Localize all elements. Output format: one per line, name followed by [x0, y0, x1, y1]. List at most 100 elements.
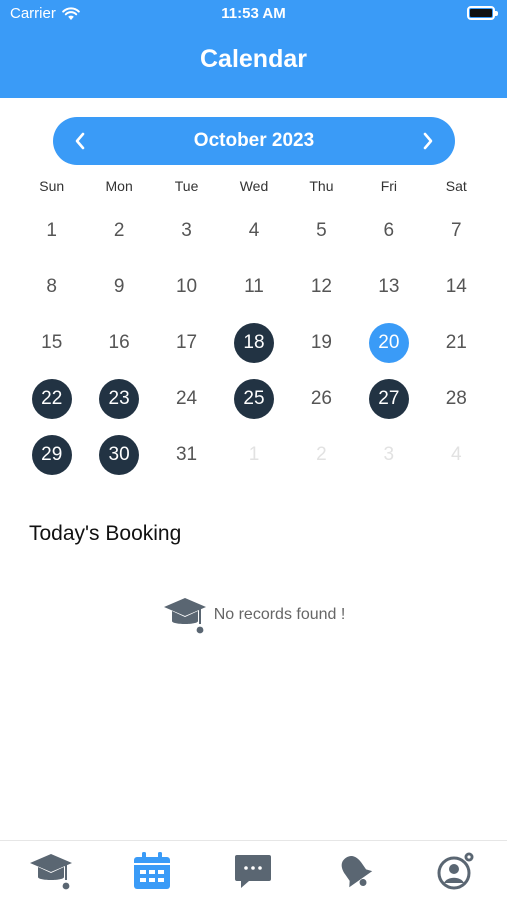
weekday-label: Tue: [174, 178, 199, 194]
status-bar: Carrier 11:53 AM: [0, 0, 507, 30]
app-header: Carrier 11:53 AM Calendar: [0, 0, 507, 98]
day-cell[interactable]: 2: [85, 203, 152, 259]
month-selector: October 2023: [53, 117, 455, 165]
weekday-label: Sun: [39, 178, 65, 194]
todays-booking-title: Today's Booking: [29, 522, 182, 545]
day-number: 4: [450, 444, 462, 465]
day-cell[interactable]: 4: [220, 203, 287, 259]
day-number: 3: [383, 444, 395, 465]
day-number: 25: [233, 379, 274, 419]
chevron-right-icon: [423, 132, 433, 150]
tab-courses[interactable]: [0, 841, 101, 900]
day-number: 2: [113, 220, 125, 241]
day-cell[interactable]: 9: [85, 259, 152, 315]
day-cell[interactable]: 12: [288, 259, 355, 315]
chat-icon: [235, 854, 272, 888]
calendar-grid: 1 2 3 4 5 6 7 8 9 10 11 12 13 14 15 16 17 18 19 20 21 22 23 24 2…: [18, 203, 490, 483]
day-number: 4: [248, 220, 260, 241]
day-cell-next-month: 3: [355, 427, 422, 483]
weekday-header: Sun Mon Tue Wed Thu Fri Sat: [18, 178, 490, 198]
day-cell[interactable]: 21: [423, 315, 490, 371]
next-month-button[interactable]: [412, 125, 444, 157]
bell-icon: [341, 855, 373, 887]
day-cell[interactable]: 13: [355, 259, 422, 315]
day-number: 16: [108, 332, 130, 353]
day-number: 23: [99, 379, 140, 419]
day-number: 31: [175, 444, 198, 465]
day-number: 27: [368, 379, 409, 419]
tab-profile[interactable]: [406, 841, 507, 900]
day-cell[interactable]: 22: [18, 371, 85, 427]
day-cell[interactable]: 16: [85, 315, 152, 371]
day-number: 20: [368, 323, 409, 363]
day-number: 13: [378, 276, 400, 297]
calendar-icon: [134, 851, 171, 889]
day-cell[interactable]: 5: [288, 203, 355, 259]
day-number: 12: [310, 276, 332, 297]
day-cell[interactable]: 7: [423, 203, 490, 259]
day-cell[interactable]: 8: [18, 259, 85, 315]
month-label: October 2023: [193, 130, 315, 151]
day-cell[interactable]: 31: [153, 427, 220, 483]
day-cell-next-month: 4: [423, 427, 490, 483]
day-cell-next-month: 1: [220, 427, 287, 483]
day-number: 19: [310, 332, 332, 353]
battery-icon: [467, 6, 498, 20]
day-cell[interactable]: 30: [85, 427, 152, 483]
day-number: 10: [175, 276, 198, 297]
day-number: 5: [316, 220, 327, 241]
day-number: 8: [46, 276, 57, 297]
weekday-label: Wed: [239, 178, 269, 194]
day-cell[interactable]: 23: [85, 371, 152, 427]
day-number: 21: [445, 332, 467, 353]
day-cell[interactable]: 17: [153, 315, 220, 371]
day-number: 18: [233, 323, 274, 363]
day-number: 17: [175, 332, 198, 353]
day-cell[interactable]: 1: [18, 203, 85, 259]
day-number: 29: [31, 435, 72, 475]
day-number: 9: [113, 276, 125, 297]
day-number: 30: [99, 435, 140, 475]
day-cell[interactable]: 24: [153, 371, 220, 427]
day-number: 11: [244, 276, 264, 297]
weekday-label: Mon: [105, 178, 133, 194]
day-number: 22: [31, 379, 72, 419]
day-cell[interactable]: 28: [423, 371, 490, 427]
empty-state-text: No records found !: [213, 606, 346, 623]
day-cell[interactable]: 15: [18, 315, 85, 371]
day-number: 14: [445, 276, 467, 297]
day-number: 3: [181, 220, 192, 241]
day-cell[interactable]: 26: [288, 371, 355, 427]
tab-messages[interactable]: [203, 841, 304, 900]
empty-state: No records found !: [0, 594, 507, 636]
day-number: 1: [248, 444, 260, 465]
weekday-label: Sat: [445, 178, 467, 194]
day-cell[interactable]: 29: [18, 427, 85, 483]
day-cell[interactable]: 25: [220, 371, 287, 427]
day-cell[interactable]: 14: [423, 259, 490, 315]
day-cell[interactable]: 19: [288, 315, 355, 371]
tab-notifications[interactable]: [304, 841, 405, 900]
tab-calendar[interactable]: [101, 841, 202, 900]
page-title: Calendar: [200, 45, 307, 73]
day-number: 26: [310, 388, 332, 409]
day-number: 2: [316, 444, 327, 465]
day-number: 15: [41, 332, 63, 353]
day-cell[interactable]: 10: [153, 259, 220, 315]
day-cell-next-month: 2: [288, 427, 355, 483]
day-cell[interactable]: 11: [220, 259, 287, 315]
status-time: 11:53 AM: [221, 5, 286, 22]
day-cell[interactable]: 27: [355, 371, 422, 427]
profile-settings-icon: [437, 852, 474, 889]
weekday-label: Thu: [309, 178, 334, 194]
day-cell[interactable]: 20: [355, 315, 422, 371]
day-number: 1: [46, 220, 57, 241]
day-cell[interactable]: 6: [355, 203, 422, 259]
tab-bar: [0, 840, 507, 900]
day-cell[interactable]: 18: [220, 315, 287, 371]
day-number: 24: [175, 388, 198, 409]
weekday-label: Fri: [380, 178, 398, 194]
day-cell[interactable]: 3: [153, 203, 220, 259]
graduation-cap-icon: [29, 853, 72, 889]
day-number: 6: [383, 220, 395, 241]
